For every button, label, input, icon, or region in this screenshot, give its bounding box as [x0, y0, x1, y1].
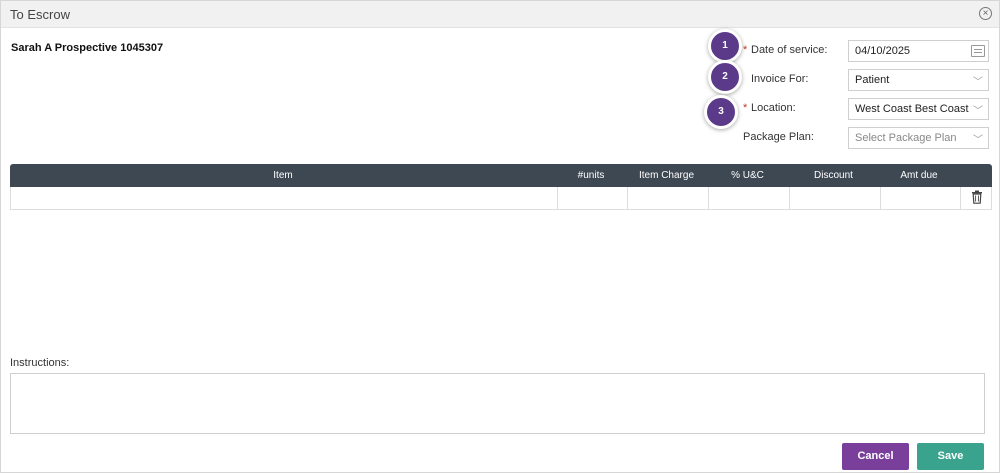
col-units: #units	[577, 170, 605, 181]
trash-icon[interactable]	[971, 190, 983, 204]
cancel-button[interactable]: Cancel	[842, 443, 909, 470]
invoice-for-row: Invoice For: Patient ﹀	[743, 69, 989, 91]
date-of-service-value: 04/10/2025	[855, 45, 911, 57]
invoice-for-label: Invoice For:	[751, 73, 809, 85]
package-plan-select[interactable]: Select Package Plan ﹀	[848, 127, 989, 149]
location-value: West Coast Best Coast	[855, 103, 969, 115]
date-of-service-input[interactable]: 04/10/2025	[848, 40, 989, 62]
step-badge-2: 2	[708, 60, 742, 94]
col-item: Item	[273, 170, 293, 181]
package-plan-placeholder: Select Package Plan	[855, 132, 957, 144]
location-row: * Location: West Coast Best Coast ﹀	[743, 98, 989, 120]
dialog-title: To Escrow	[10, 7, 70, 22]
item-cell[interactable]	[11, 187, 558, 209]
location-label: Location:	[751, 102, 796, 114]
uc-cell[interactable]	[709, 187, 790, 209]
col-item-charge: Item Charge	[638, 170, 695, 181]
step-badge-1: 1	[708, 29, 742, 63]
close-icon[interactable]: ×	[979, 7, 992, 20]
save-button[interactable]: Save	[917, 443, 984, 470]
item-charge-cell[interactable]	[628, 187, 709, 209]
col-uc: % U&C	[731, 170, 764, 181]
date-of-service-label: Date of service:	[751, 44, 828, 56]
discount-cell[interactable]	[790, 187, 881, 209]
required-marker: *	[743, 102, 748, 114]
package-plan-label: Package Plan:	[743, 131, 814, 143]
chevron-down-icon: ﹀	[973, 77, 983, 88]
col-amt-due: Amt due	[900, 170, 938, 181]
chevron-down-icon: ﹀	[973, 135, 983, 146]
to-escrow-dialog: To Escrow × Sarah A Prospective 1045307 …	[0, 0, 1000, 473]
instructions-textarea[interactable]	[10, 373, 985, 434]
invoice-for-value: Patient	[855, 74, 890, 86]
units-cell[interactable]	[558, 187, 628, 209]
dialog-titlebar: To Escrow ×	[1, 1, 999, 28]
location-select[interactable]: West Coast Best Coast ﹀	[848, 98, 989, 120]
patient-name: Sarah A Prospective 1045307	[11, 42, 164, 54]
package-plan-row: Package Plan: Select Package Plan ﹀	[743, 127, 989, 149]
calendar-icon[interactable]	[971, 45, 985, 57]
date-of-service-row: * Date of service: 04/10/2025	[743, 40, 989, 62]
col-discount: Discount	[814, 170, 853, 181]
instructions-label: Instructions:	[10, 357, 70, 369]
chevron-down-icon: ﹀	[973, 106, 983, 117]
amt-due-cell[interactable]	[881, 187, 961, 209]
table-row	[10, 187, 992, 210]
required-marker: *	[743, 44, 748, 56]
step-badge-3: 3	[704, 95, 738, 129]
invoice-for-select[interactable]: Patient ﹀	[848, 69, 989, 91]
items-table-header: Item #units Item Charge % U&C Discount A…	[10, 164, 992, 187]
